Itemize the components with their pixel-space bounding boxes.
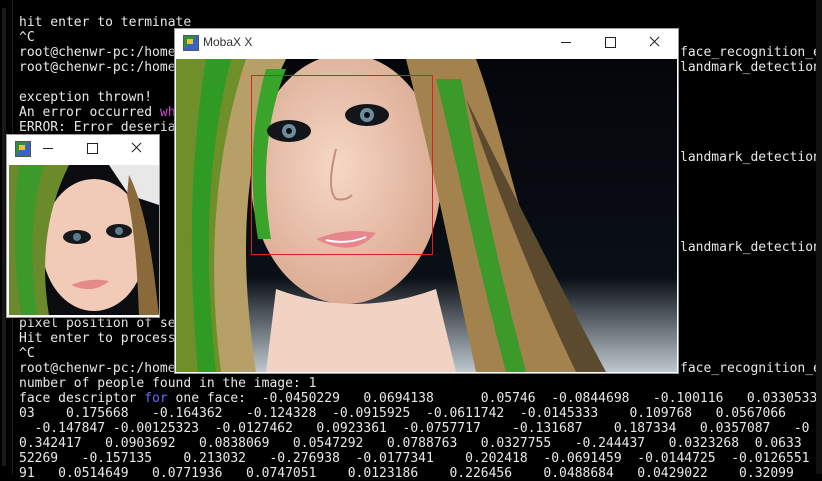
- minimize-button[interactable]: [543, 29, 589, 55]
- face-image-main: [176, 59, 677, 372]
- mobaxterm-app-icon: [183, 35, 199, 51]
- terminal-line: An error occurred wh: [19, 105, 176, 120]
- descriptor-values-row: 52269 -0.157135 0.213032 -0.276938 -0.01…: [19, 451, 810, 466]
- terminal-line: root@chenwr-pc:/home: [19, 60, 176, 75]
- main-image-window[interactable]: MobaX X: [174, 28, 679, 374]
- keyword-for: for: [144, 391, 168, 406]
- terminal-line: ^C: [19, 346, 35, 361]
- terminal-line: root@chenwr-pc:/home: [19, 361, 176, 376]
- descriptor-values-row: -0.147847 -0.00125323 -0.0127462 0.09233…: [19, 421, 810, 436]
- terminal-line-right: face_recognition_ex: [680, 361, 822, 376]
- people-found-line: number of people found in the image: 1: [19, 376, 317, 391]
- descriptor-prefix: face descriptor: [19, 391, 145, 406]
- terminal-line-right: landmark_detection: [680, 150, 821, 165]
- small-image-window[interactable]: [6, 134, 160, 318]
- terminal-line-right: landmark_detection: [680, 60, 821, 75]
- maximize-button[interactable]: [69, 135, 111, 161]
- close-button[interactable]: [113, 135, 157, 161]
- maximize-button[interactable]: [587, 29, 633, 55]
- terminal-line: pixel position of se: [19, 316, 176, 331]
- face-detection-box: [251, 75, 433, 255]
- main-window-titlebar[interactable]: MobaX X: [175, 29, 678, 55]
- error-text: An error occurred wh: [19, 105, 176, 120]
- terminal-line: ^C: [19, 30, 35, 45]
- descriptor-values-row: 03 0.175668 -0.164362 -0.124328 -0.09159…: [19, 406, 787, 421]
- small-window-titlebar[interactable]: [7, 135, 159, 161]
- terminal-line-right: face_recognition_ex: [680, 45, 822, 60]
- terminal-right-scrollbar[interactable]: [816, 0, 822, 474]
- terminal-line-right: landmark_detection: [680, 240, 821, 255]
- terminal-line: Hit enter to process: [19, 331, 176, 346]
- close-button[interactable]: [631, 29, 677, 55]
- face-image-small: [9, 165, 159, 315]
- descriptor-values-row: 0.342417 0.0903692 0.0838069 0.0547292 0…: [19, 436, 802, 451]
- descriptor-line: face descriptor for one face: -0.0450229…: [19, 391, 817, 406]
- descriptor-suffix: one face: -0.0450229 0.0694138 0.05746 -…: [167, 391, 818, 406]
- minimize-button[interactable]: [25, 135, 67, 161]
- terminal-line: exception thrown!: [19, 90, 153, 105]
- terminal-line: ERROR: Error deseria: [19, 120, 176, 135]
- terminal-line: hit enter to terminate: [19, 15, 192, 30]
- terminal-line: root@chenwr-pc:/home: [19, 45, 176, 60]
- main-window-title: MobaX X: [203, 35, 253, 49]
